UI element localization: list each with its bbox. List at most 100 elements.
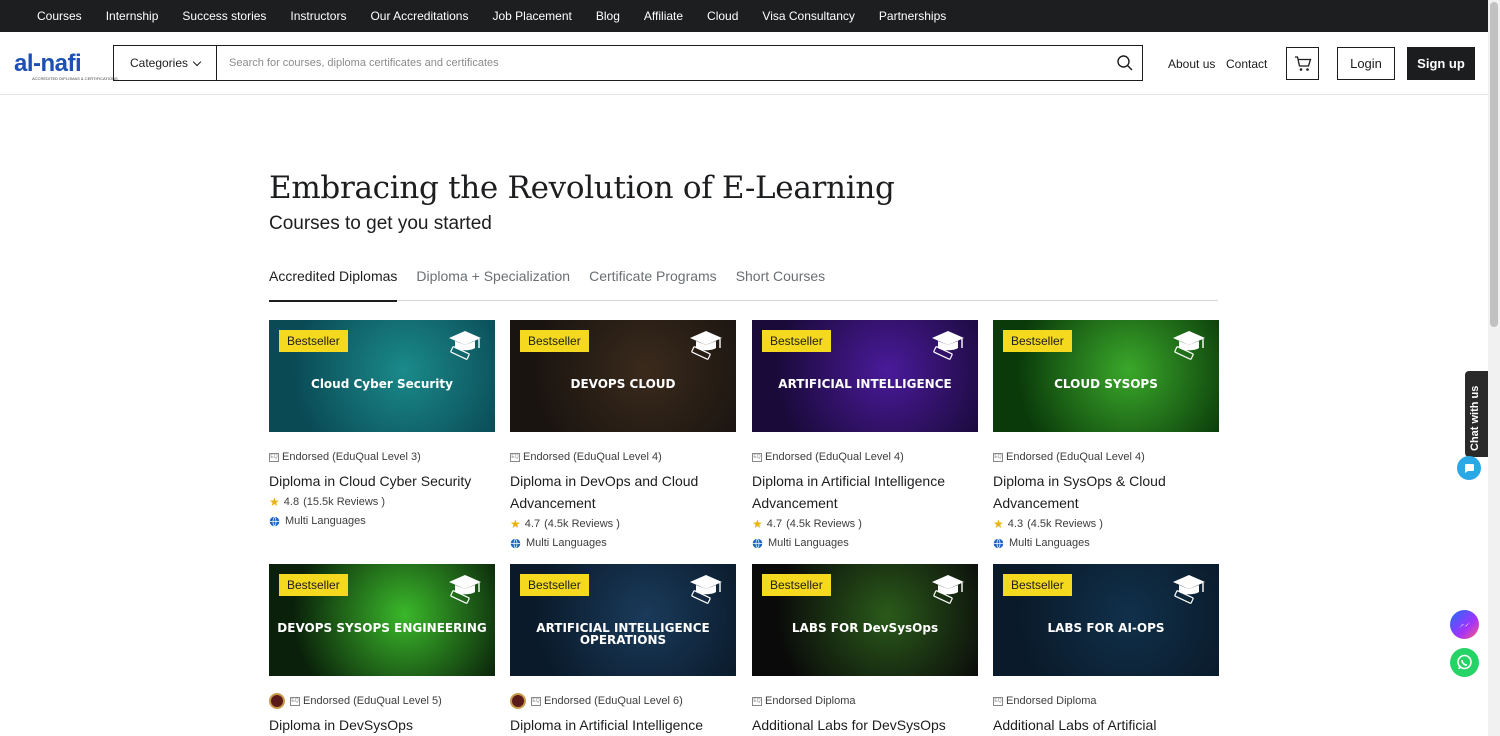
course-card[interactable]: Bestseller DEVOPS SYSOPS ENGINEERING EQ … (269, 564, 495, 736)
course-thumbnail[interactable]: Bestseller ARTIFICIAL INTELLIGENCE (752, 320, 978, 432)
course-title[interactable]: Additional Labs for DevSysOps (752, 714, 978, 736)
thumbnail-text: Cloud Cyber Security (311, 377, 453, 391)
thumbnail-text: ARTIFICIAL INTELLIGENCE OPERATIONS (536, 621, 710, 647)
nav-blog[interactable]: Blog (596, 9, 620, 23)
bestseller-badge: Bestseller (1003, 574, 1072, 596)
chat-icon[interactable] (1457, 456, 1481, 480)
endorsement-text: Endorsed (EduQual Level 4) (1006, 451, 1145, 463)
course-title[interactable]: Additional Labs of Artificial (993, 714, 1219, 736)
search-bar: Categories (113, 45, 1143, 81)
course-title[interactable]: Diploma in SysOps & Cloud Advancement (993, 470, 1219, 514)
search-icon[interactable] (1108, 46, 1142, 80)
graduation-cap-icon (928, 572, 968, 611)
tab-accredited-diplomas[interactable]: Accredited Diplomas (269, 264, 398, 302)
page-scrollbar[interactable] (1488, 0, 1500, 736)
globe-icon (510, 537, 521, 549)
nav-courses[interactable]: Courses (37, 9, 82, 23)
scrollbar-thumb[interactable] (1490, 2, 1498, 327)
course-card[interactable]: Bestseller LABS FOR DevSysOps EQ Endorse… (752, 564, 978, 736)
tab-certificate-programs[interactable]: Certificate Programs (589, 264, 717, 301)
nav-cloud[interactable]: Cloud (707, 9, 738, 23)
globe-icon (993, 537, 1004, 549)
course-card[interactable]: Bestseller DEVOPS CLOUD EQ Endorsed (Edu… (510, 320, 736, 552)
chat-with-us-tab[interactable]: Chat with us (1465, 371, 1488, 457)
course-title[interactable]: Diploma in Artificial Intelligence (510, 714, 736, 736)
eduqual-icon: EQ (290, 696, 300, 706)
logo-text: al-nafi (14, 50, 82, 77)
bestseller-badge: Bestseller (520, 330, 589, 352)
nav-affiliate[interactable]: Affiliate (644, 9, 683, 23)
course-thumbnail[interactable]: Bestseller DEVOPS CLOUD (510, 320, 736, 432)
endorsement: EQ Endorsed (EduQual Level 4) (510, 450, 736, 464)
course-title[interactable]: Diploma in DevOps and Cloud Advancement (510, 470, 736, 514)
course-tabs: Accredited Diplomas Diploma + Specializa… (269, 264, 1218, 302)
contact-link[interactable]: Contact (1226, 57, 1267, 71)
nav-job-placement[interactable]: Job Placement (492, 9, 571, 23)
whatsapp-icon[interactable] (1450, 648, 1479, 677)
site-logo[interactable]: al-nafi ACCREDITED DIPLOMAS & CERTIFICAT… (14, 50, 118, 81)
course-thumbnail[interactable]: Bestseller CLOUD SYSOPS (993, 320, 1219, 432)
thumbnail-text: ARTIFICIAL INTELLIGENCE (778, 377, 952, 391)
course-thumbnail[interactable]: Bestseller LABS FOR AI-OPS (993, 564, 1219, 676)
nav-accreditations[interactable]: Our Accreditations (370, 9, 468, 23)
graduation-cap-icon (686, 572, 726, 611)
star-icon: ★ (752, 517, 763, 531)
cart-icon (1294, 55, 1311, 71)
course-thumbnail[interactable]: Bestseller DEVOPS SYSOPS ENGINEERING (269, 564, 495, 676)
bestseller-badge: Bestseller (279, 574, 348, 596)
course-title[interactable]: Diploma in DevSysOps (269, 714, 495, 736)
thumbnail-text: DEVOPS CLOUD (570, 377, 676, 391)
nav-success-stories[interactable]: Success stories (182, 9, 266, 23)
page-subtitle: Courses to get you started (269, 213, 492, 234)
course-card[interactable]: Bestseller ARTIFICIAL INTELLIGENCE EQ En… (752, 320, 978, 552)
tab-diploma-specialization[interactable]: Diploma + Specialization (416, 264, 570, 301)
course-card[interactable]: Bestseller LABS FOR AI-OPS EQ Endorsed D… (993, 564, 1219, 736)
nav-instructors[interactable]: Instructors (290, 9, 346, 23)
signup-button[interactable]: Sign up (1407, 47, 1475, 80)
eduqual-icon: EQ (510, 452, 520, 462)
course-thumbnail[interactable]: Bestseller Cloud Cyber Security (269, 320, 495, 432)
course-card[interactable]: Bestseller CLOUD SYSOPS EQ Endorsed (Edu… (993, 320, 1219, 552)
nav-internship[interactable]: Internship (106, 9, 159, 23)
cart-button[interactable] (1286, 47, 1319, 80)
endorsement: EQ Endorsed (EduQual Level 6) (510, 693, 736, 709)
logo-subtext: ACCREDITED DIPLOMAS & CERTIFICATIONS (32, 76, 118, 81)
search-input[interactable] (217, 46, 1108, 80)
tab-short-courses[interactable]: Short Courses (736, 264, 825, 301)
course-card[interactable]: Bestseller ARTIFICIAL INTELLIGENCE OPERA… (510, 564, 736, 736)
course-languages: Multi Languages (269, 512, 495, 530)
nav-visa-consultancy[interactable]: Visa Consultancy (762, 9, 855, 23)
nav-partnerships[interactable]: Partnerships (879, 9, 946, 23)
star-icon: ★ (269, 495, 280, 509)
bestseller-badge: Bestseller (279, 330, 348, 352)
graduation-cap-icon (445, 328, 485, 367)
course-card[interactable]: Bestseller Cloud Cyber Security EQ Endor… (269, 320, 495, 530)
endorsement: EQ Endorsed (EduQual Level 3) (269, 450, 495, 464)
eduqual-icon: EQ (752, 452, 762, 462)
categories-dropdown[interactable]: Categories (114, 46, 217, 80)
course-title[interactable]: Diploma in Artificial Intelligence Advan… (752, 470, 978, 514)
globe-icon (269, 515, 280, 527)
rating-value: 4.7 (766, 518, 783, 530)
rating-value: 4.3 (1007, 518, 1024, 530)
star-icon: ★ (993, 517, 1004, 531)
thumbnail-text: DEVOPS SYSOPS ENGINEERING (277, 621, 487, 635)
thumbnail-text: CLOUD SYSOPS (1054, 377, 1158, 391)
course-rating: ★ 4.7 (4.5k Reviews ) (510, 515, 736, 533)
thumbnail-text: LABS FOR AI-OPS (1047, 621, 1165, 635)
course-thumbnail[interactable]: Bestseller ARTIFICIAL INTELLIGENCE OPERA… (510, 564, 736, 676)
chevron-down-icon (192, 57, 202, 66)
eduqual-icon: EQ (269, 452, 279, 462)
messenger-icon[interactable] (1450, 610, 1479, 639)
course-title[interactable]: Diploma in Cloud Cyber Security (269, 470, 495, 492)
review-count: (15.5k Reviews ) (303, 496, 385, 508)
star-icon: ★ (510, 517, 521, 531)
endorsement-text: Endorsed (EduQual Level 4) (523, 451, 662, 463)
categories-label: Categories (129, 56, 189, 70)
course-thumbnail[interactable]: Bestseller LABS FOR DevSysOps (752, 564, 978, 676)
about-us-link[interactable]: About us (1168, 57, 1215, 71)
login-button[interactable]: Login (1337, 47, 1395, 80)
bestseller-badge: Bestseller (520, 574, 589, 596)
endorsement-text: Endorsed (EduQual Level 5) (303, 695, 442, 707)
endorsement: EQ Endorsed Diploma (993, 694, 1219, 708)
